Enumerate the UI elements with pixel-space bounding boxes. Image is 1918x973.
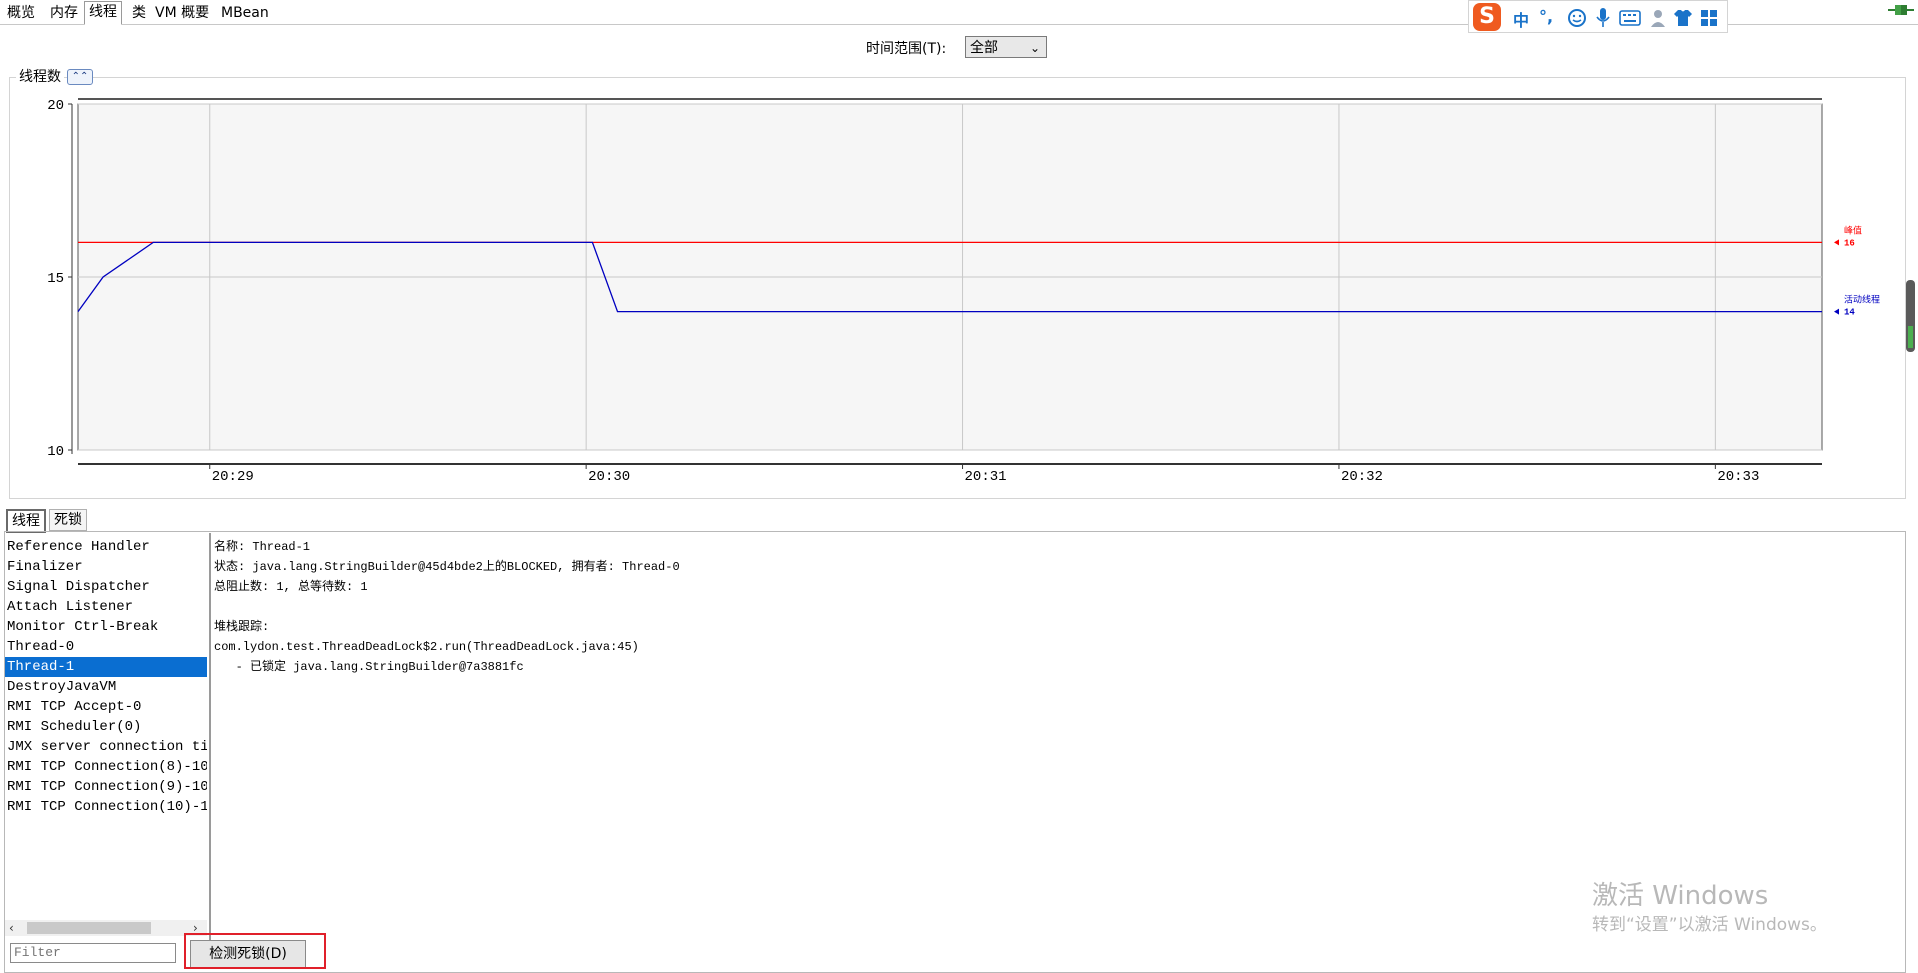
thread-list-item[interactable]: Monitor Ctrl-Break — [5, 617, 207, 637]
thread-count-chart: 20 15 10 20:29 20:30 20:31 20:32 20:33 峰值 16 活动线程 1… — [47, 98, 1880, 485]
series-value-label: 14 — [1844, 308, 1855, 318]
subtab-deadlock[interactable]: 死锁 — [49, 509, 87, 531]
series-marker — [1834, 308, 1839, 315]
thread-list-item[interactable]: RMI TCP Accept-0 — [5, 697, 207, 717]
thread-list-item[interactable]: RMI TCP Connection(10)-10 — [5, 797, 207, 817]
thread-list-item[interactable]: RMI TCP Connection(8)-10. — [5, 757, 207, 777]
series-value-label: 16 — [1844, 238, 1855, 248]
x-tick-label: 20:32 — [1341, 469, 1383, 485]
thread-list-item[interactable]: Attach Listener — [5, 597, 207, 617]
thread-list-hscrollbar[interactable]: ‹ › — [5, 920, 207, 936]
detail-stack-line: com.lydon.test.ThreadDeadLock$2.run(Thre… — [214, 640, 639, 654]
y-tick-label: 20 — [47, 98, 64, 114]
series-marker — [1834, 239, 1839, 246]
subtab-threads[interactable]: 线程 — [6, 509, 46, 533]
detail-stack-title: 堆栈跟踪: — [214, 620, 270, 634]
chart-grid — [68, 98, 1823, 469]
thread-list-item[interactable]: RMI TCP Connection(9)-10. — [5, 777, 207, 797]
thread-list-item[interactable]: RMI Scheduler(0) — [5, 717, 207, 737]
thread-list-item[interactable]: Thread-0 — [5, 637, 207, 657]
split-pane-divider[interactable] — [209, 533, 211, 943]
scroll-thumb[interactable] — [27, 922, 151, 934]
thread-list-item[interactable]: Finalizer — [5, 557, 207, 577]
y-tick-label: 10 — [47, 444, 64, 460]
highlight-box — [184, 933, 326, 969]
thread-list-item[interactable]: Reference Handler — [5, 537, 207, 557]
detail-counts: 总阻止数: 1, 总等待数: 1 — [214, 580, 368, 594]
thread-list-item[interactable]: Thread-1 — [5, 657, 207, 677]
thread-list-item[interactable]: DestroyJavaVM — [5, 677, 207, 697]
thread-list-item[interactable]: JMX server connection tim — [5, 737, 207, 757]
series-name-label: 峰值 — [1844, 224, 1862, 236]
x-tick-label: 20:30 — [588, 469, 630, 485]
thread-list: Reference Handler Finalizer Signal Dispatc… — [5, 537, 207, 920]
thread-list-item[interactable]: Signal Dispatcher — [5, 577, 207, 597]
detail-name: 名称: Thread-1 — [214, 540, 311, 554]
activation-watermark-title: 激活 Windows — [1592, 881, 1769, 911]
x-tick-label: 20:31 — [965, 469, 1007, 485]
right-scroll-handle[interactable] — [1906, 280, 1915, 352]
scroll-left-icon[interactable]: ‹ — [9, 920, 14, 936]
thread-filter-input[interactable] — [10, 943, 176, 963]
detail-state: 状态: java.lang.StringBuilder@45d4bde2上的BL… — [214, 560, 680, 574]
detail-locked: - 已锁定 java.lang.StringBuilder@7a3881fc — [214, 660, 524, 674]
x-tick-label: 20:29 — [212, 469, 254, 485]
activation-watermark-subtitle: 转到“设置”以激活 Windows。 — [1592, 915, 1827, 935]
thread-details: 名称: Thread-1 状态: java.lang.StringBuilder… — [214, 537, 680, 677]
x-tick-label: 20:33 — [1717, 469, 1759, 485]
series-name-label: 活动线程 — [1844, 294, 1880, 306]
detail-blank — [214, 597, 680, 617]
y-tick-label: 15 — [47, 271, 64, 287]
